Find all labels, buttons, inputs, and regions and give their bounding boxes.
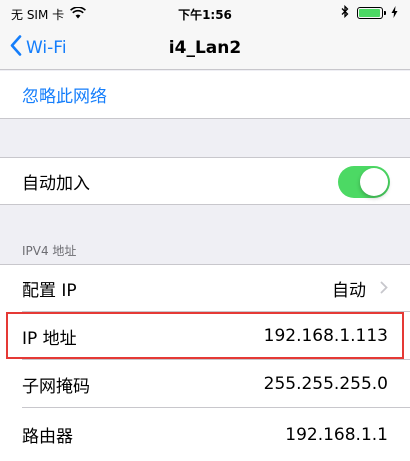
configure-ip-row[interactable]: 配置 IP 自动: [0, 264, 410, 312]
status-bar: 无 SIM 卡 下午1:56: [0, 0, 410, 27]
subnet-mask-label: 子网掩码: [22, 376, 90, 397]
toggle-knob: [360, 168, 388, 196]
configure-ip-label: 配置 IP: [22, 281, 77, 301]
subnet-mask-row: 子网掩码 255.255.255.0: [0, 360, 410, 408]
ipv4-section-header: IPV4 地址: [22, 244, 77, 258]
ip-address-label: IP 地址: [22, 328, 77, 349]
page-title: i4_Lan2: [168, 38, 242, 58]
subnet-mask-value: 255.255.255.0: [263, 374, 388, 394]
auto-join-label: 自动加入: [22, 173, 90, 194]
configure-ip-value: 自动: [332, 281, 366, 301]
navigation-bar: Wi-Fi i4_Lan2: [0, 27, 410, 70]
battery-tip: [384, 11, 386, 15]
router-label: 路由器: [22, 427, 73, 447]
status-right: [341, 4, 398, 21]
auto-join-row: 自动加入: [0, 157, 410, 205]
forget-network-button[interactable]: 忽略此网络: [0, 71, 410, 119]
ip-address-row: IP 地址 192.168.1.113: [0, 312, 410, 360]
chevron-right-icon: [380, 279, 388, 299]
charging-icon: [391, 5, 398, 21]
router-value: 192.168.1.1: [285, 424, 388, 445]
battery-fill: [359, 9, 380, 17]
ip-address-value: 192.168.1.113: [263, 326, 388, 346]
bluetooth-icon: [341, 4, 349, 21]
forget-network-label: 忽略此网络: [22, 87, 107, 107]
auto-join-toggle[interactable]: [338, 166, 390, 198]
battery-icon: [357, 7, 386, 19]
configure-ip-value-group: 自动: [332, 276, 388, 301]
router-row: 路由器 192.168.1.1: [0, 408, 410, 461]
